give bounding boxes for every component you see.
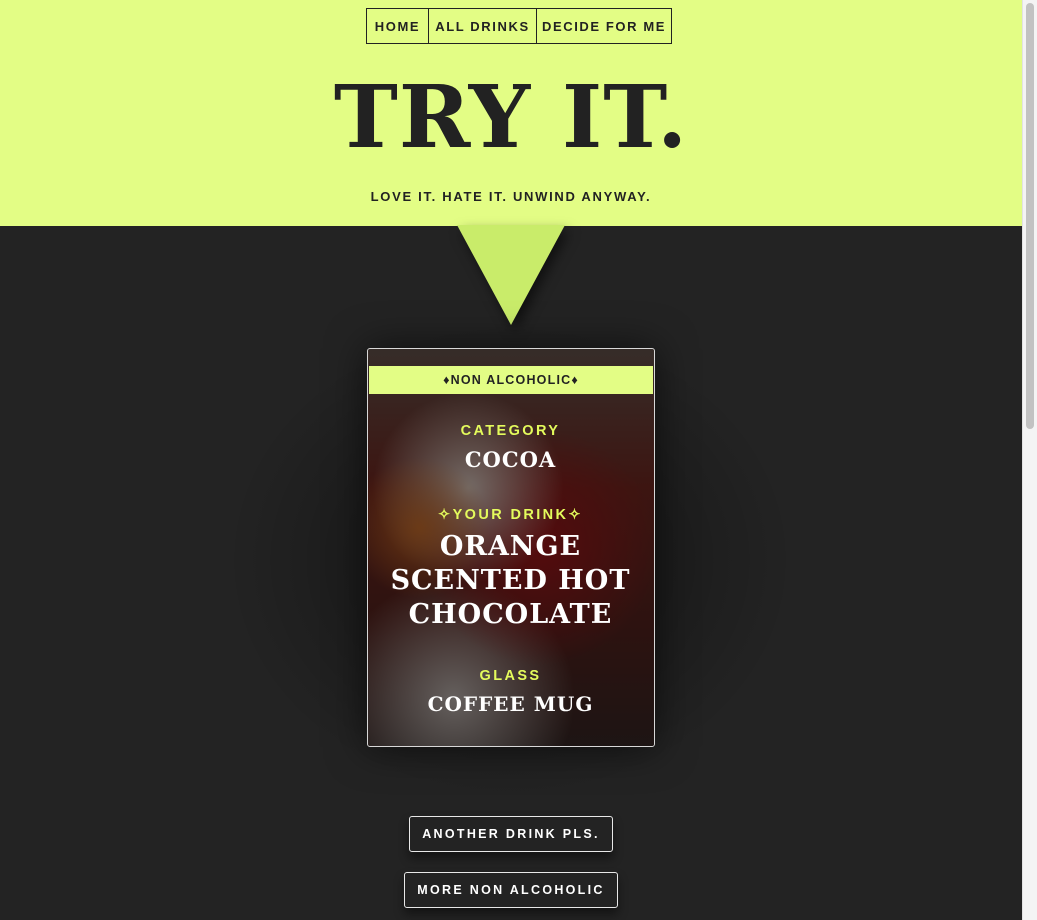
drink-card: ♦NON ALCOHOLIC♦ CATEGORY COCOA ✧YOUR DRI… — [367, 348, 655, 747]
another-drink-button[interactable]: ANOTHER DRINK PLS. — [409, 816, 613, 852]
hero-section: HOME ALL DRINKS DECIDE FOR ME TRY IT. LO… — [0, 0, 1022, 226]
alcohol-badge: ♦NON ALCOHOLIC♦ — [369, 366, 653, 394]
drink-name: ORANGE SCENTED HOT CHOCOLATE — [390, 531, 631, 630]
glass-value: COFFEE MUG — [427, 692, 594, 716]
main-nav: HOME ALL DRINKS DECIDE FOR ME — [366, 8, 672, 44]
glass-label: GLASS — [479, 668, 542, 684]
category-label: CATEGORY — [460, 423, 561, 439]
nav-home-link[interactable]: HOME — [367, 9, 429, 43]
pointer-triangle — [457, 225, 565, 325]
scrollbar-thumb[interactable] — [1026, 3, 1034, 429]
page-scrollbar[interactable] — [1022, 0, 1037, 920]
more-non-alcoholic-button[interactable]: MORE NON ALCOHOLIC — [404, 872, 618, 908]
nav-all-drinks-link[interactable]: ALL DRINKS — [429, 9, 537, 43]
drink-label: ✧YOUR DRINK✧ — [438, 507, 583, 523]
tagline: LOVE IT. HATE IT. UNWIND ANYWAY. — [370, 189, 652, 204]
page: HOME ALL DRINKS DECIDE FOR ME TRY IT. LO… — [0, 0, 1022, 920]
category-value: COCOA — [464, 447, 557, 472]
nav-decide-for-me-link[interactable]: DECIDE FOR ME — [537, 9, 671, 43]
page-title: TRY IT. — [333, 67, 689, 168]
